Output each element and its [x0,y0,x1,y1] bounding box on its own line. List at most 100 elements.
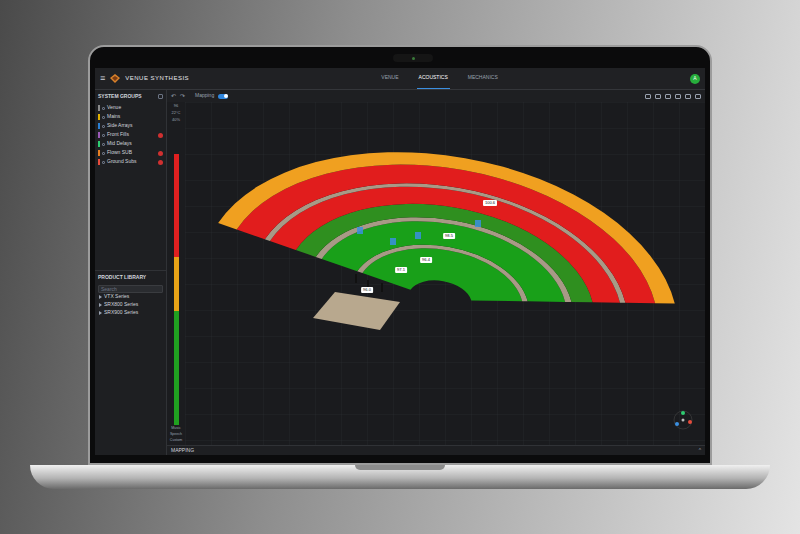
meter-segment [174,154,179,257]
reading: 22°C [172,111,181,116]
group-color [98,114,100,120]
alert-icon [158,160,163,165]
logo-icon [110,74,120,83]
alert-icon [158,124,163,129]
group-label: Front Fills [107,131,156,139]
coverage-map [185,102,705,445]
add-icon[interactable] [158,94,163,99]
system-group-item[interactable]: Front Fills [95,131,166,140]
eye-icon[interactable] [102,161,105,164]
sidebar: SYSTEM GROUPS VenueMainsSide ArraysFront … [95,90,167,455]
toggle-knob [224,94,228,98]
undo-button[interactable]: ↶ [171,93,176,99]
laptop: ≡VENUE SYNTHESISVENUEACOUSTICSMECHANICSA… [0,0,800,489]
grid-icon[interactable] [675,94,681,99]
toolbar: ↶ ↷ Mapping [167,90,705,102]
menu-button[interactable]: ≡ [100,74,105,83]
meter-label[interactable]: Speech [170,433,182,437]
speaker-icon [415,232,421,239]
mapping-label: Mapping [195,92,214,100]
product-item[interactable]: VTX Series [95,293,166,301]
group-label: Mains [107,113,156,121]
panel-title: PRODUCT LIBRARY [95,271,166,285]
panel-title: SYSTEM GROUPS [98,93,142,101]
system-group-item[interactable]: Flown SUB [95,149,166,158]
laptop-lid: ≡VENUE SYNTHESISVENUEACOUSTICSMECHANICSA… [88,45,712,465]
expand-icon [99,311,102,315]
mapping-toggle[interactable] [218,94,228,99]
system-group-item[interactable]: Venue [95,104,166,113]
top-bar: ≡VENUE SYNTHESISVENUEACOUSTICSMECHANICSA [95,68,705,90]
coverage-zone [218,118,694,307]
camera-icon [412,57,415,60]
group-label: Mid Delays [107,140,156,148]
group-label: Side Arrays [107,122,156,130]
group-color [98,132,100,138]
view-icon[interactable] [665,94,671,99]
meter-segment [174,257,179,311]
map-canvas[interactable]: 100.698.596.497.196.0 [185,102,705,445]
grid [185,102,705,445]
level-meter [174,154,179,425]
expand-icon [99,295,102,299]
laptop-base [30,465,770,489]
avatar[interactable]: A [690,74,700,84]
redo-button[interactable]: ↷ [180,93,185,99]
alert-icon [158,115,163,120]
system-group-item[interactable]: Mains [95,113,166,122]
group-color [98,150,100,156]
collapse-button[interactable]: ^ [699,447,701,455]
speaker-icon [475,220,481,227]
group-color [98,141,100,147]
system-group-item[interactable]: Ground Subs [95,158,166,167]
axis-gizmo-icon [674,411,692,429]
spl-label: 100.6 [483,200,497,206]
stage [313,292,400,330]
eye-icon[interactable] [102,125,105,128]
layers-icon[interactable] [685,94,691,99]
eye-icon[interactable] [102,134,105,137]
panel-title: MAPPING [171,447,194,455]
alert-icon [158,106,163,111]
meter-column: 9622°C40%MusicSpeechCustom [167,102,185,445]
tab[interactable]: ACOUSTICS [417,68,450,89]
tab-bar: VENUE ACOUSTICS MECHANICS [194,68,685,89]
spl-label: 97.1 [395,267,407,273]
product-item[interactable]: SRX900 Series [95,309,166,317]
tab[interactable]: MECHANICS [466,68,500,89]
spl-label: 98.5 [443,233,455,239]
group-color [98,123,100,129]
speaker-icon [390,238,396,245]
workspace: ↶↷Mapping9622°C40%MusicSpeechCustom100.6… [167,90,705,455]
eye-icon[interactable] [102,116,105,119]
group-label: Venue [107,104,156,112]
move-icon[interactable] [655,94,661,99]
alert-icon [158,133,163,138]
system-group-item[interactable]: Mid Delays [95,140,166,149]
base-notch [355,465,445,470]
product-label: SRX800 Series [104,301,138,309]
screen: ≡VENUE SYNTHESISVENUEACOUSTICSMECHANICSA… [95,68,705,455]
panel-header: SYSTEM GROUPS [95,90,166,104]
search-field[interactable] [98,285,163,293]
product-item[interactable]: SRX800 Series [95,301,166,309]
tab[interactable]: VENUE [379,68,400,89]
meter-label[interactable]: Custom [170,439,182,443]
speaker-icon [357,227,363,234]
reading: 96 [174,104,178,109]
camera-icon[interactable] [695,94,701,99]
eye-icon[interactable] [102,152,105,155]
group-color [98,159,100,165]
speaker-array-icon [355,274,357,283]
select-icon[interactable] [645,94,651,99]
eye-icon[interactable] [102,143,105,146]
spl-label: 96.4 [420,257,432,263]
eye-icon[interactable] [102,107,105,110]
meter-label[interactable]: Music [171,427,180,431]
group-label: Ground Subs [107,158,156,166]
system-group-item[interactable]: Side Arrays [95,122,166,131]
camera-notch [393,54,433,62]
product-label: VTX Series [104,293,129,301]
speaker-array-icon [381,283,383,292]
venue-fan [213,118,694,335]
